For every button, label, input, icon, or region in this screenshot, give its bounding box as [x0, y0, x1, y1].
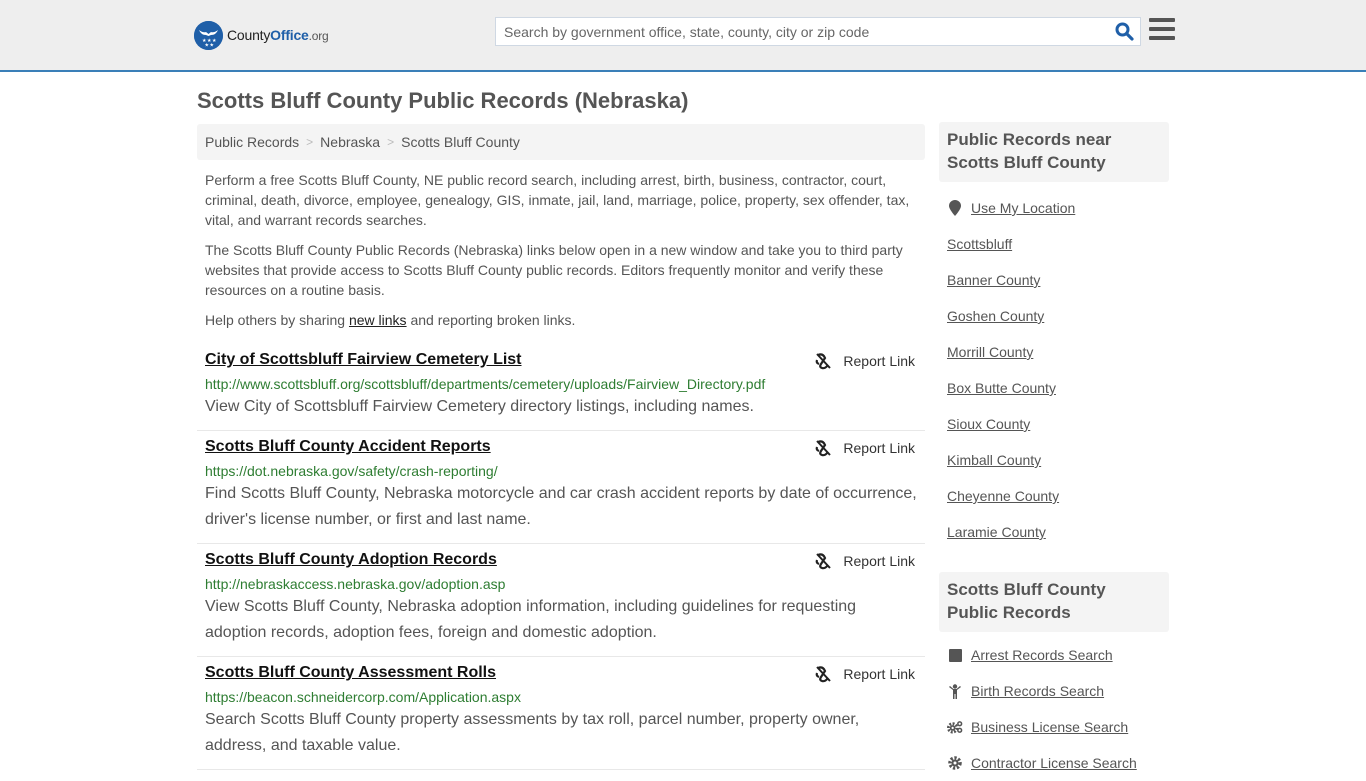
nearby-item: Scottsbluff: [947, 226, 1169, 262]
record-link-description: View Scotts Bluff County, Nebraska adopt…: [205, 598, 857, 641]
broken-link-icon: [816, 353, 832, 370]
record-link-item: Scotts Bluff County Accident Reports Rep…: [197, 431, 925, 544]
menu-bar: [1149, 18, 1175, 22]
record-link-description: Search Scotts Bluff County property asse…: [205, 711, 860, 754]
menu-bar: [1149, 36, 1175, 40]
record-link-description: View City of Scottsbluff Fairview Cemete…: [205, 398, 754, 415]
menu-bar: [1149, 27, 1175, 31]
breadcrumb-nebraska[interactable]: Nebraska: [320, 134, 380, 150]
nearby-item: Laramie County: [947, 514, 1169, 550]
business-license-link[interactable]: Business License Search: [971, 719, 1128, 735]
record-link-url: http://www.scottsbluff.org/scottsbluff/d…: [205, 376, 766, 392]
report-link-button[interactable]: Report Link: [814, 352, 915, 370]
record-link-url: http://nebraskaccess.nebraska.gov/adopti…: [205, 576, 506, 592]
search-button[interactable]: [1108, 18, 1140, 45]
nearby-link-scottsbluff[interactable]: Scottsbluff: [947, 236, 1012, 252]
records-item: Birth Records Search: [947, 673, 1169, 709]
site-header: ★ ★ ★ ★ ★ CountyOffice.org: [0, 0, 1366, 72]
nearby-item: Cheyenne County: [947, 478, 1169, 514]
nearby-item: Box Butte County: [947, 370, 1169, 406]
nearby-item: Sioux County: [947, 406, 1169, 442]
nearby-link-banner-county[interactable]: Banner County: [947, 272, 1040, 288]
map-pin-icon: [947, 200, 963, 216]
square-icon: [947, 648, 963, 662]
birth-records-link[interactable]: Birth Records Search: [971, 683, 1104, 699]
record-link-title[interactable]: Scotts Bluff County Accident Reports: [205, 438, 491, 456]
report-link-button[interactable]: Report Link: [814, 665, 915, 683]
record-link-item: City of Scottsbluff Fairview Cemetery Li…: [197, 344, 925, 431]
search-input[interactable]: [496, 18, 1108, 45]
nearby-records-heading: Public Records near Scotts Bluff County: [939, 122, 1169, 182]
breadcrumb: Public Records > Nebraska > Scotts Bluff…: [197, 124, 925, 160]
hamburger-menu-button[interactable]: [1149, 18, 1175, 42]
nearby-link-cheyenne-county[interactable]: Cheyenne County: [947, 488, 1059, 504]
nearby-link-goshen-county[interactable]: Goshen County: [947, 308, 1044, 324]
record-link-url: https://dot.nebraska.gov/safety/crash-re…: [205, 463, 498, 479]
nearby-link-sioux-county[interactable]: Sioux County: [947, 416, 1030, 432]
search-bar: [495, 17, 1141, 46]
nearby-item: Banner County: [947, 262, 1169, 298]
nearby-item: Goshen County: [947, 298, 1169, 334]
new-links-link[interactable]: new links: [349, 312, 407, 328]
svg-text:★: ★: [210, 42, 215, 48]
records-item: Contractor License Search: [947, 745, 1169, 781]
nearby-item: Morrill County: [947, 334, 1169, 370]
breadcrumb-public-records[interactable]: Public Records: [205, 134, 299, 150]
record-link-item: Scotts Bluff County Assessment Rolls Rep…: [197, 657, 925, 770]
county-records-list: Arrest Records Search Birth Records Sear…: [939, 637, 1169, 781]
intro-paragraph: Perform a free Scotts Bluff County, NE p…: [205, 172, 910, 228]
nearby-link-kimball-county[interactable]: Kimball County: [947, 452, 1041, 468]
record-link-title[interactable]: Scotts Bluff County Adoption Records: [205, 551, 497, 569]
record-link-title[interactable]: City of Scottsbluff Fairview Cemetery Li…: [205, 351, 522, 369]
county-records-panel: Scotts Bluff County Public Records Arres…: [939, 572, 1169, 781]
logo-text: CountyOffice.org: [227, 27, 329, 43]
use-my-location-link[interactable]: Use My Location: [971, 200, 1075, 216]
nearby-link-morrill-county[interactable]: Morrill County: [947, 344, 1033, 360]
broken-link-icon: [816, 440, 832, 457]
eagle-logo-icon: ★ ★ ★ ★ ★: [194, 20, 223, 50]
broken-link-icon: [816, 666, 832, 683]
report-link-button[interactable]: Report Link: [814, 552, 915, 570]
records-item: Business License Search: [947, 709, 1169, 745]
site-logo[interactable]: ★ ★ ★ ★ ★ CountyOffice.org: [194, 20, 329, 50]
child-icon: [947, 683, 963, 699]
nearby-link-laramie-county[interactable]: Laramie County: [947, 524, 1046, 540]
use-location-item: Use My Location: [947, 190, 1169, 226]
report-link-button[interactable]: Report Link: [814, 439, 915, 457]
record-link-item: Scotts Bluff County Adoption Records Rep…: [197, 544, 925, 657]
record-link-title[interactable]: Scotts Bluff County Assessment Rolls: [205, 664, 496, 682]
search-icon: [1115, 22, 1134, 41]
arrest-records-link[interactable]: Arrest Records Search: [971, 647, 1113, 663]
nearby-link-box-butte-county[interactable]: Box Butte County: [947, 380, 1056, 396]
intro-text: Perform a free Scotts Bluff County, NE p…: [205, 170, 921, 340]
intro-paragraph: The Scotts Bluff County Public Records (…: [205, 242, 903, 298]
record-links-list: City of Scottsbluff Fairview Cemetery Li…: [197, 344, 925, 770]
records-item: Arrest Records Search: [947, 637, 1169, 673]
nearby-records-panel: Public Records near Scotts Bluff County …: [939, 122, 1169, 550]
broken-link-icon: [816, 553, 832, 570]
record-link-description: Find Scotts Bluff County, Nebraska motor…: [205, 485, 917, 528]
breadcrumb-scotts-bluff-county[interactable]: Scotts Bluff County: [401, 134, 520, 150]
contractor-license-link[interactable]: Contractor License Search: [971, 755, 1137, 771]
nearby-records-list: Use My Location Scottsbluff Banner Count…: [939, 190, 1169, 550]
page-title: Scotts Bluff County Public Records (Nebr…: [197, 88, 689, 113]
county-records-heading: Scotts Bluff County Public Records: [939, 572, 1169, 632]
cogs-icon: [947, 720, 963, 734]
record-link-url: https://beacon.schneidercorp.com/Applica…: [205, 689, 521, 705]
breadcrumb-separator: >: [387, 135, 395, 149]
breadcrumb-separator: >: [306, 135, 314, 149]
nearby-item: Kimball County: [947, 442, 1169, 478]
intro-paragraph: Help others by sharing new links and rep…: [205, 312, 576, 328]
